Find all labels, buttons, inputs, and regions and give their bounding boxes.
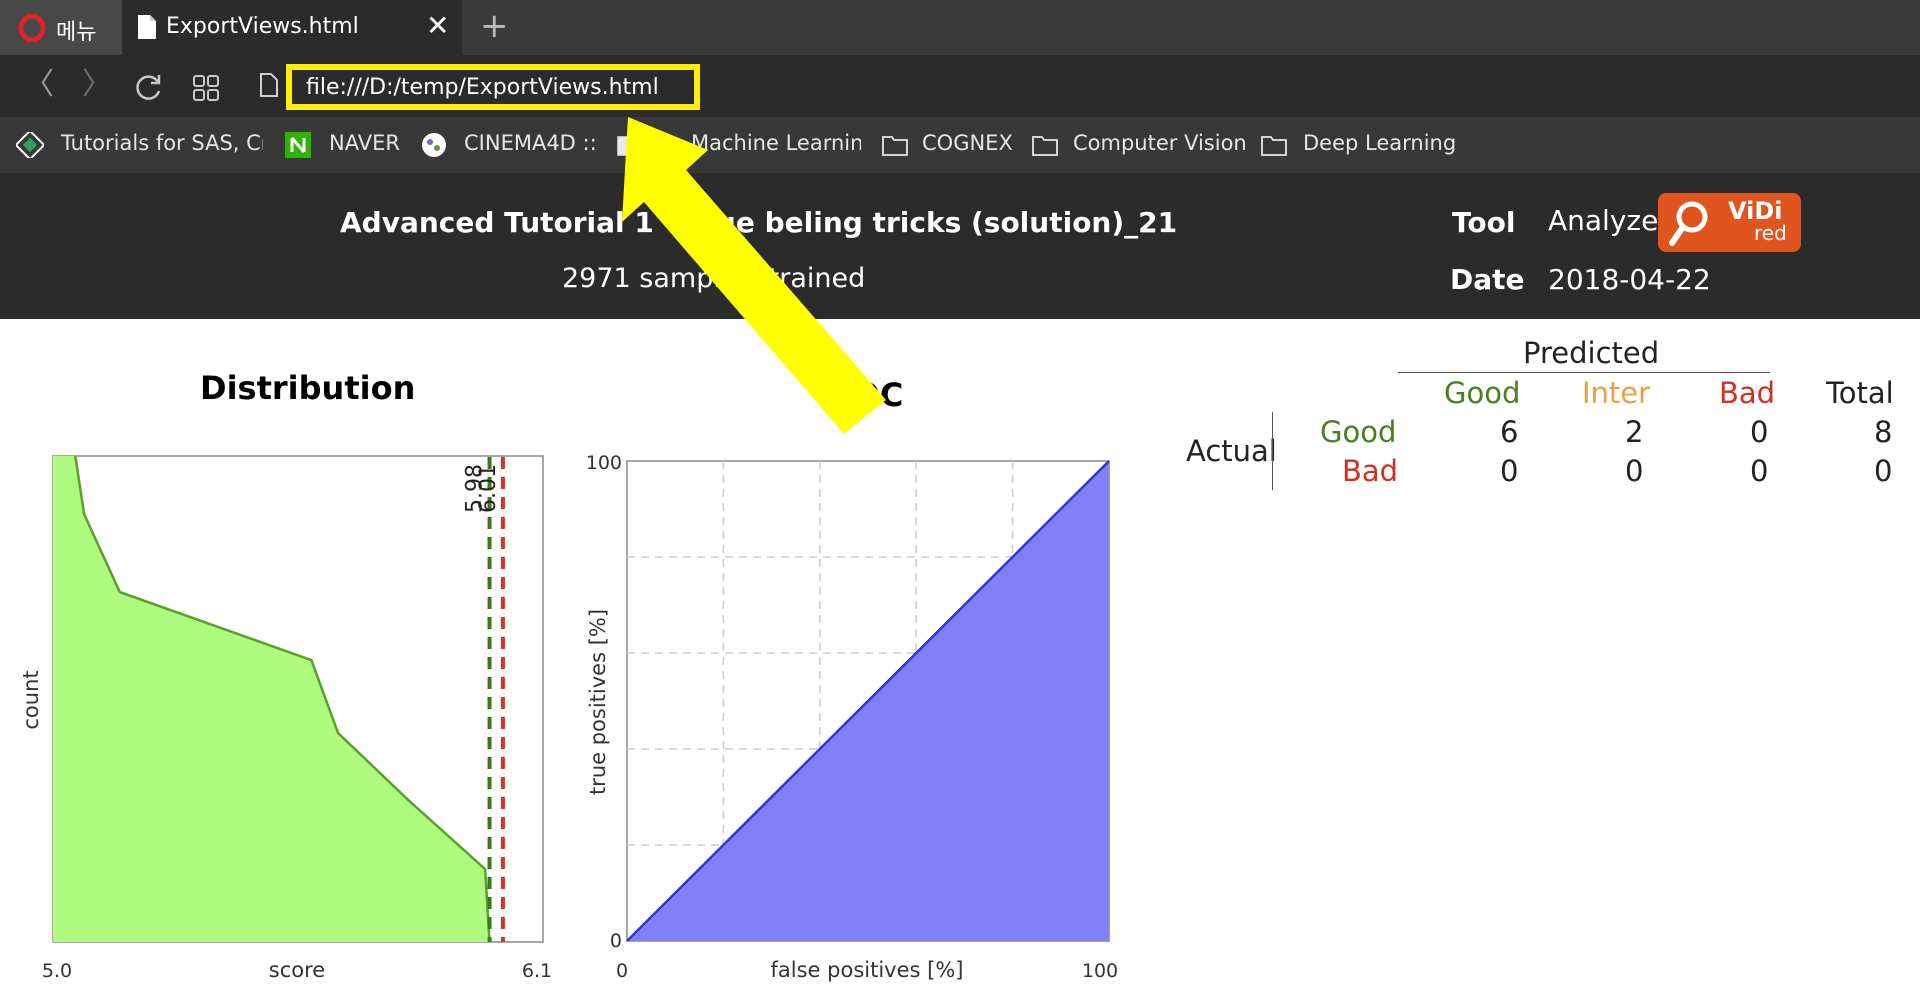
close-tab-icon[interactable]: ✕ (426, 10, 449, 42)
distribution-y-axis-label: count (19, 670, 43, 729)
report-header (0, 173, 1920, 319)
page-info-icon[interactable] (260, 73, 278, 97)
date-label: Date (1450, 263, 1525, 296)
x-max-tick: 6.1 (522, 960, 552, 982)
folder-icon (1261, 136, 1287, 156)
col-header-total: Total (1826, 376, 1894, 410)
bookmark-item-sas[interactable]: Tutorials for SAS, Cr (61, 131, 263, 155)
site-icon (422, 133, 446, 157)
y-min-tick: 0 (610, 930, 622, 952)
opera-logo-icon[interactable] (18, 14, 46, 42)
forward-icon[interactable]: 〉 (82, 68, 112, 102)
x-min-tick: 5.0 (42, 960, 72, 982)
row-header-good: Good (1320, 415, 1397, 449)
folder-icon (617, 136, 643, 156)
cm-cell: 0 (1625, 454, 1644, 488)
tool-label: Tool (1452, 206, 1516, 239)
tool-value: Analyze (1548, 204, 1659, 237)
menu-label[interactable]: 메뉴 (56, 14, 96, 46)
cm-cell: 2 (1625, 415, 1644, 449)
distribution-chart: 5.0 6.1 score count 5.98 6.01 (19, 455, 552, 982)
bookmark-item-computer-vision[interactable]: Computer Vision (1073, 131, 1247, 155)
predicted-divider (1398, 372, 1770, 373)
cm-cell: 0 (1750, 454, 1769, 488)
logo-text-sub: red (1754, 221, 1787, 245)
roc-title: ROC (828, 376, 904, 414)
new-tab-icon[interactable]: + (480, 6, 509, 46)
site-icon (16, 132, 44, 158)
bookmark-item-deep-learning[interactable]: Deep Learning (1303, 131, 1456, 155)
folder-icon (882, 136, 908, 156)
col-header-good: Good (1444, 376, 1521, 410)
cm-cell: 8 (1874, 415, 1893, 449)
bookmark-item-machine-learning[interactable]: Machine Learnin (691, 131, 861, 155)
reload-icon[interactable] (134, 72, 164, 102)
roc-y-axis-label: true positives [%] (586, 609, 610, 795)
cm-cell: 0 (1500, 454, 1519, 488)
y-max-tick: 100 (586, 452, 622, 474)
row-header-bad: Bad (1342, 454, 1399, 488)
naver-icon (285, 132, 311, 158)
bookmark-item-naver[interactable]: NAVER (329, 131, 400, 155)
magnifier-icon (1669, 201, 1708, 246)
bookmark-item-cognex[interactable]: COGNEX (922, 131, 1013, 155)
file-icon (138, 15, 156, 39)
bookmark-item-cinema4d[interactable]: CINEMA4D :: (464, 131, 597, 155)
url-input[interactable]: file:///D:/temp/ExportViews.html (306, 75, 659, 100)
date-value: 2018-04-22 (1548, 263, 1711, 296)
actual-divider (1272, 412, 1273, 490)
cm-cell: 0 (1750, 415, 1769, 449)
distribution-x-axis-label: score (269, 958, 325, 982)
report-title: Advanced Tutorial 1 - Blue beling tricks… (340, 206, 1178, 239)
report-subtitle: 2971 samples, trained (562, 263, 866, 294)
folder-icon (1032, 136, 1058, 156)
actual-header: Actual (1186, 434, 1277, 468)
roc-x-axis-label: false positives [%] (771, 958, 964, 982)
roc-chart: 100 0 0 100 false positives [%] true pos… (586, 452, 1118, 982)
col-header-inter: Inter (1582, 376, 1651, 410)
distribution-title: Distribution (200, 369, 416, 407)
cm-cell: 0 (1874, 454, 1893, 488)
back-icon[interactable]: 〈 (24, 68, 54, 102)
x-max-tick: 100 (1082, 960, 1118, 982)
threshold-bad-label: 6.01 (476, 464, 501, 513)
vidi-red-logo: ViDi red (1658, 193, 1801, 252)
predicted-header: Predicted (1523, 336, 1660, 370)
col-header-bad: Bad (1719, 376, 1776, 410)
speed-dial-icon[interactable] (192, 74, 220, 102)
cm-cell: 6 (1500, 415, 1519, 449)
x-min-tick: 0 (616, 960, 628, 982)
tab-title[interactable]: ExportViews.html (166, 14, 359, 39)
